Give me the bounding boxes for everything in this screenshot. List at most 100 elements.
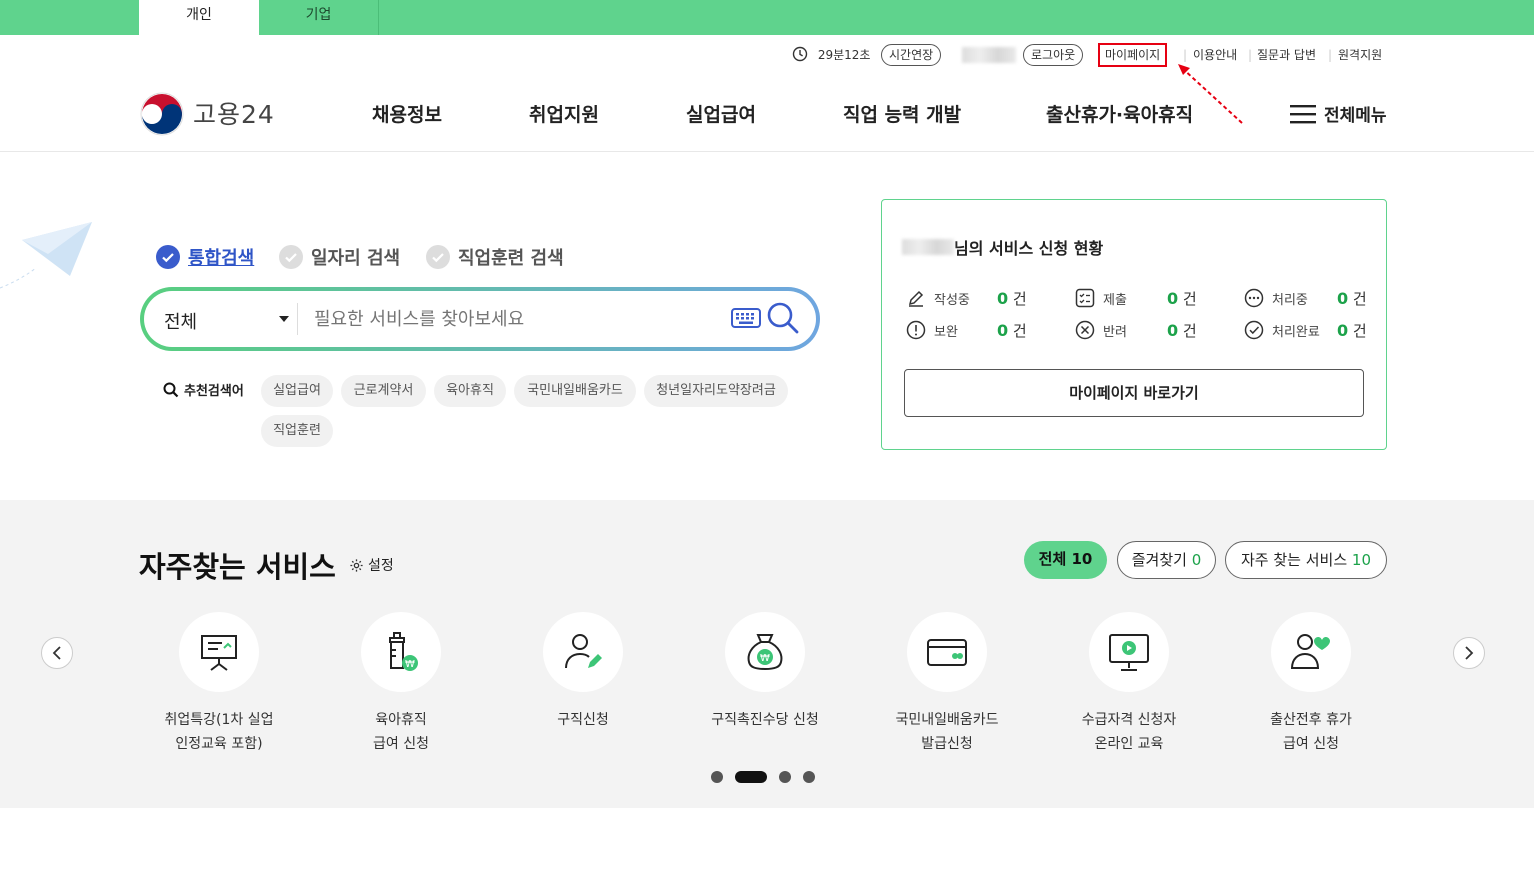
card-title: 님의 서비스 신청 현황	[902, 235, 1103, 259]
recommend-label: 추천검색어	[163, 380, 244, 399]
tab-personal[interactable]: 개인	[139, 0, 259, 35]
money-bag-icon: ₩	[747, 634, 783, 671]
keyword-chip[interactable]: 국민내일배움카드	[514, 375, 636, 407]
filter-all-button[interactable]: 전체 10	[1024, 541, 1107, 579]
count-writing: 0 건	[997, 289, 1027, 308]
tab-job-search[interactable]: 일자리 검색	[279, 244, 400, 270]
check-inactive-icon	[426, 245, 450, 269]
chevron-right-icon	[1465, 646, 1474, 660]
search-box: 전체	[140, 287, 820, 351]
count-completed: 0 건	[1337, 321, 1367, 340]
carousel-next-button[interactable]	[1453, 637, 1485, 669]
session-timer: 29분12초	[792, 44, 870, 66]
user-name-masked	[962, 47, 1016, 63]
gnb-vocational-training[interactable]: 직업 능력 개발	[843, 100, 961, 127]
keyword-chip[interactable]: 청년일자리도약장려금	[644, 375, 788, 407]
service-status-card: 님의 서비스 신청 현황 작성중 0 건 제출 0 건 처리중 0 건 보완 0…	[881, 199, 1387, 450]
divider	[297, 303, 298, 335]
search-scope-value: 전체	[164, 312, 198, 333]
service-item[interactable]: ₩ 육아휴직 급여 신청	[316, 612, 486, 756]
keyword-chip[interactable]: 육아휴직	[434, 375, 506, 407]
svg-text:₩: ₩	[405, 659, 415, 670]
pencil-icon	[908, 290, 924, 307]
carousel-dot[interactable]	[711, 771, 723, 783]
search-icon[interactable]	[766, 301, 800, 335]
service-item[interactable]: 구직신청	[498, 612, 668, 732]
user-heart-icon	[1290, 634, 1330, 669]
search-input[interactable]	[314, 303, 714, 335]
service-item[interactable]: 수급자격 신청자 온라인 교육	[1044, 612, 1214, 756]
tab-label: 직업훈련 검색	[458, 248, 564, 269]
check-active-icon	[156, 245, 180, 269]
gnb-unemployment-benefit[interactable]: 실업급여	[686, 100, 756, 127]
service-item[interactable]: 취업특강(1차 실업 인정교육 포함)	[134, 612, 304, 756]
carousel-dot[interactable]	[779, 771, 791, 783]
extend-time-button[interactable]: 시간연장	[881, 44, 942, 66]
count-supplement: 0 건	[997, 321, 1027, 340]
status-submitted[interactable]: 제출	[1075, 288, 1127, 308]
chevron-left-icon	[52, 646, 61, 660]
status-completed[interactable]: 처리완료	[1244, 320, 1320, 340]
count-rejected: 0 건	[1167, 321, 1197, 340]
monitor-play-icon	[1109, 634, 1149, 671]
keyword-chip[interactable]: 실업급여	[261, 375, 333, 407]
gnb-jobs[interactable]: 채용정보	[372, 100, 442, 127]
logo-emblem-icon	[140, 92, 184, 136]
filter-frequent-button[interactable]: 자주 찾는 서비스 10	[1225, 541, 1387, 579]
settings-button[interactable]: 설정	[349, 555, 394, 575]
caret-down-icon[interactable]	[278, 315, 290, 323]
carousel-dot[interactable]	[803, 771, 815, 783]
user-name-masked	[902, 239, 954, 255]
tab-integrated-search[interactable]: 통합검색	[156, 244, 254, 270]
tab-training-search[interactable]: 직업훈련 검색	[426, 244, 564, 270]
service-item[interactable]: 출산전후 휴가 급여 신청	[1226, 612, 1396, 756]
x-circle-icon	[1075, 320, 1095, 340]
search-small-icon	[163, 382, 179, 397]
carousel-prev-button[interactable]	[41, 637, 73, 669]
card-icon	[927, 639, 967, 666]
remote-support-link[interactable]: 원격지원	[1338, 44, 1382, 66]
count-submitted: 0 건	[1167, 289, 1197, 308]
gnb-employment-support[interactable]: 취업지원	[529, 100, 599, 127]
all-menu-button[interactable]: 전체메뉴	[1290, 101, 1387, 126]
logout-button[interactable]: 로그아웃	[1023, 44, 1084, 66]
status-rejected[interactable]: 반려	[1075, 320, 1127, 340]
qna-link[interactable]: 질문과 답변	[1257, 44, 1316, 66]
tab-label: 통합검색	[188, 248, 255, 269]
paper-plane-icon	[0, 222, 92, 289]
gear-icon	[350, 558, 363, 572]
status-processing[interactable]: 처리중	[1244, 288, 1308, 308]
keyword-chip[interactable]: 직업훈련	[261, 415, 333, 447]
baby-bottle-icon: ₩	[389, 632, 418, 671]
service-item[interactable]: ₩ 구직촉진수당 신청	[680, 612, 850, 732]
mypage-link[interactable]: 마이페이지	[1098, 43, 1168, 67]
status-writing[interactable]: 작성중	[906, 288, 970, 308]
alert-circle-icon	[906, 320, 926, 340]
service-item[interactable]: 국민내일배움카드 발급신청	[862, 612, 1032, 756]
keyword-chip[interactable]: 근로계약서	[341, 375, 426, 407]
check-inactive-icon	[279, 245, 303, 269]
status-supplement[interactable]: 보완	[906, 320, 958, 340]
tab-business[interactable]: 기업	[259, 0, 379, 35]
keyboard-icon[interactable]	[731, 306, 761, 330]
presentation-board-icon	[201, 635, 237, 671]
header-divider	[0, 151, 1534, 152]
section-title: 자주찾는 서비스	[139, 550, 336, 584]
hamburger-icon	[1290, 104, 1316, 123]
all-menu-label: 전체메뉴	[1324, 106, 1387, 126]
clock-icon	[792, 46, 808, 62]
svg-text:₩: ₩	[760, 653, 770, 664]
logo-text: 고용24	[193, 100, 275, 129]
search-scope-select[interactable]: 전체	[164, 308, 197, 334]
tab-label: 일자리 검색	[311, 248, 401, 269]
mypage-shortcut-button[interactable]: 마이페이지 바로가기	[904, 369, 1364, 417]
filter-favorites-button[interactable]: 즐겨찾기 0	[1117, 541, 1216, 579]
count-processing: 0 건	[1337, 289, 1367, 308]
more-circle-icon	[1244, 288, 1264, 308]
user-edit-icon	[565, 634, 602, 669]
checklist-icon	[1075, 288, 1095, 308]
gnb-parental-leave[interactable]: 출산휴가·육아휴직	[1046, 100, 1193, 127]
carousel-dot-active[interactable]	[735, 771, 767, 783]
timer-text: 29분12초	[817, 48, 871, 62]
check-circle-icon	[1244, 320, 1264, 340]
